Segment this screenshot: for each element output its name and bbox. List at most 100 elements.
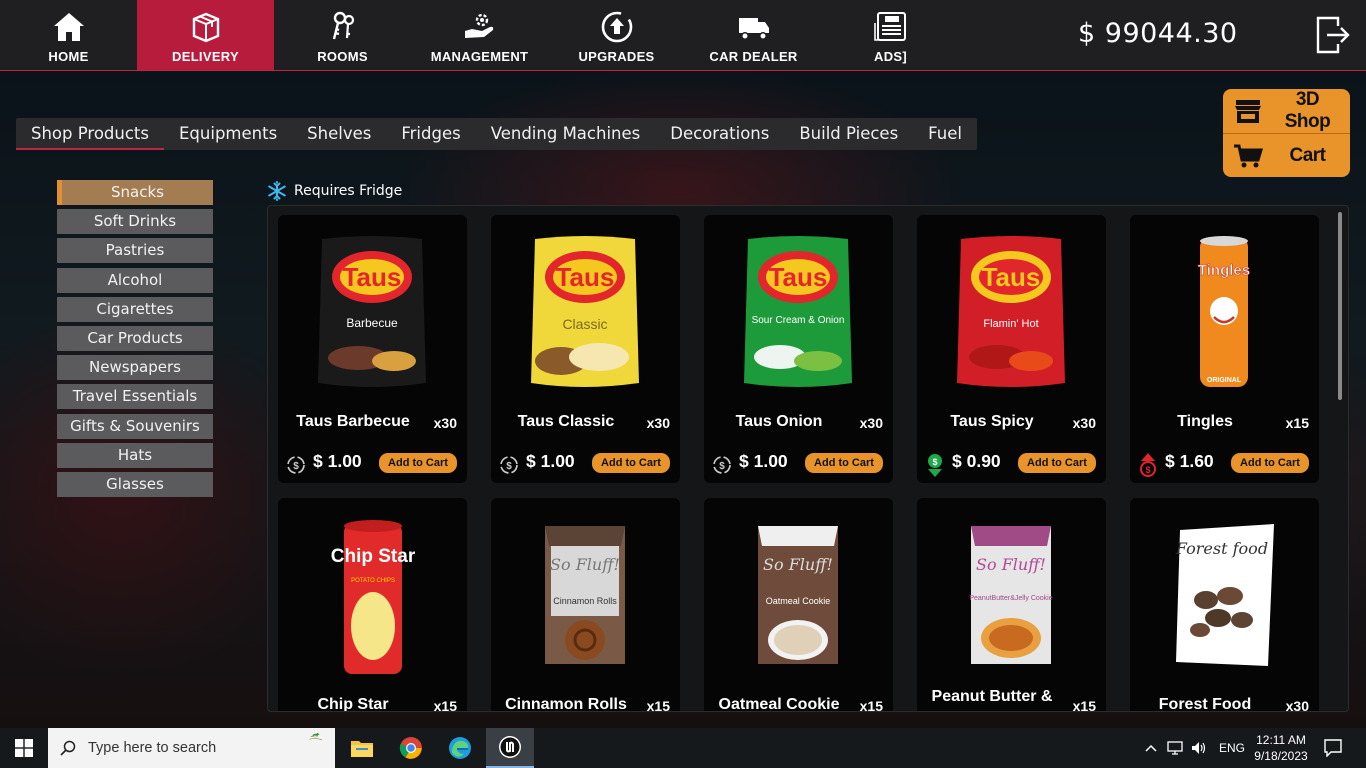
add-to-cart-button[interactable]: Add to Cart <box>805 453 883 473</box>
add-to-cart-button[interactable]: Add to Cart <box>1018 453 1096 473</box>
taskbar-search-placeholder: Type here to search <box>88 740 217 756</box>
edge-icon <box>449 737 471 759</box>
nav-rooms[interactable]: ROOMS <box>274 0 411 70</box>
subcategory-cigarettes[interactable]: Cigarettes <box>57 296 213 322</box>
system-tray: ENG <box>1145 728 1245 768</box>
price-up-icon: $ <box>1140 453 1156 477</box>
unreal-engine-icon <box>499 736 521 758</box>
subcategory-pastries[interactable]: Pastries <box>57 238 213 264</box>
taskbar-search-box[interactable]: Type here to search <box>48 728 335 768</box>
svg-text:$: $ <box>293 461 299 472</box>
tab-shop-products[interactable]: Shop Products <box>16 118 164 150</box>
product-card: Taus Classic Taus Classic x30 $ $ 1.00 A… <box>491 215 680 483</box>
subcategory-snacks[interactable]: Snacks <box>57 180 213 205</box>
language-indicator[interactable]: ENG <box>1219 741 1245 755</box>
search-icon <box>60 740 76 756</box>
upgrade-arrow-icon <box>601 11 632 43</box>
nav-delivery[interactable]: DELIVERY <box>137 0 274 70</box>
product-price: $ 0.90 <box>952 451 1001 471</box>
add-to-cart-button[interactable]: Add to Cart <box>592 453 670 473</box>
pack-flavor-text: Flamin' Hot <box>983 318 1038 330</box>
tab-fridges[interactable]: Fridges <box>386 118 475 150</box>
subcategory-car-products[interactable]: Car Products <box>57 325 213 351</box>
exit-icon[interactable] <box>1314 14 1352 56</box>
tab-vending-machines[interactable]: Vending Machines <box>476 118 656 150</box>
pack-flavor-text: POTATO CHIPS <box>351 578 395 584</box>
pack-brand-text: So Fluff! <box>976 555 1046 574</box>
taskbar-clock[interactable]: 12:11 AM 9/18/2023 <box>1254 732 1308 764</box>
svg-text:$: $ <box>506 461 512 472</box>
tab-equipments[interactable]: Equipments <box>164 118 292 150</box>
subcategory-soft-drinks[interactable]: Soft Drinks <box>57 209 213 235</box>
taskbar-chrome[interactable] <box>387 728 435 768</box>
product-name: Peanut Butter & <box>931 688 1053 705</box>
storefront-icon <box>1235 100 1261 123</box>
nav-car-dealer[interactable]: CAR DEALER <box>685 0 822 70</box>
subcategory-alcohol[interactable]: Alcohol <box>57 267 213 293</box>
nav-ads-label: ADS] <box>874 49 907 64</box>
taskbar-unreal-engine[interactable] <box>486 728 534 768</box>
product-card: Taus Sour Cream & Onion Taus Onion x30 $… <box>704 215 893 483</box>
tab-decorations[interactable]: Decorations <box>655 118 784 150</box>
price-stable-icon: $ <box>500 456 518 474</box>
pack-flavor-text: Classic <box>562 316 607 332</box>
tab-build-pieces[interactable]: Build Pieces <box>784 118 913 150</box>
cart-button[interactable]: Cart <box>1223 133 1350 177</box>
product-quantity: x15 <box>646 698 670 712</box>
3d-shop-button[interactable]: 3D Shop <box>1223 89 1350 133</box>
price-down-icon: $ <box>928 454 942 477</box>
product-card: Taus Flamin' Hot Taus Spicy x30 $ $ 0.90… <box>917 215 1106 483</box>
snowflake-icon <box>268 181 286 201</box>
subcategory-newspapers[interactable]: Newspapers <box>57 355 213 381</box>
product-price: $ 1.00 <box>313 451 362 471</box>
money-balance: $ 99044.30 <box>1078 18 1238 49</box>
subcategory-gifts-souvenirs[interactable]: Gifts & Souvenirs <box>57 413 213 439</box>
nav-management-label: MANAGEMENT <box>430 49 529 64</box>
subcategory-travel-essentials[interactable]: Travel Essentials <box>57 384 213 410</box>
nav-ads[interactable]: ADS] <box>822 0 959 70</box>
keys-icon <box>332 11 354 40</box>
cart-label: Cart <box>1289 144 1326 166</box>
add-to-cart-button[interactable]: Add to Cart <box>379 453 457 473</box>
chevron-up-icon[interactable] <box>1145 744 1157 752</box>
category-tabs: Shop Products Equipments Shelves Fridges… <box>16 118 977 150</box>
notification-icon[interactable] <box>1324 739 1342 757</box>
svg-text:$: $ <box>932 457 937 467</box>
taskbar-edge[interactable] <box>436 728 484 768</box>
hand-gear-icon <box>464 13 493 38</box>
svg-text:$: $ <box>1145 465 1150 475</box>
product-quantity: x15 <box>433 698 457 712</box>
nav-management[interactable]: MANAGEMENT <box>411 0 548 70</box>
subcategory-glasses[interactable]: Glasses <box>57 471 213 497</box>
product-name: Taus Classic <box>517 413 615 430</box>
add-to-cart-button[interactable]: Add to Cart <box>1231 453 1309 473</box>
tab-fuel[interactable]: Fuel <box>913 118 977 150</box>
tingles-image: Tingles ORIGINAL <box>1198 236 1250 387</box>
subcategory-hats[interactable]: Hats <box>57 442 213 468</box>
price-stable-icon: $ <box>287 456 305 474</box>
pack-flavor-text: Barbecue <box>346 316 398 330</box>
pack-flavor-text: Oatmeal Cookie <box>766 596 831 606</box>
product-name: Chip Star <box>317 696 389 712</box>
nav-upgrades[interactable]: UPGRADES <box>548 0 685 70</box>
windows-taskbar: Type here to search ENG 12:11 AM 9/18/20… <box>0 728 1366 768</box>
product-quantity: x30 <box>433 415 457 431</box>
tab-shelves[interactable]: Shelves <box>292 118 386 150</box>
truck-icon <box>738 18 769 40</box>
nav-home[interactable]: HOME <box>0 0 137 70</box>
nav-delivery-label: DELIVERY <box>172 49 239 64</box>
taskbar-file-explorer[interactable] <box>338 728 386 768</box>
volume-icon[interactable] <box>1191 741 1207 755</box>
product-quantity: x30 <box>859 415 883 431</box>
forest-food-image: Forest food <box>1175 524 1274 666</box>
network-icon[interactable] <box>1167 741 1183 755</box>
svg-text:$: $ <box>719 461 725 472</box>
taus-spicy-image: Taus Flamin' Hot <box>957 236 1065 387</box>
product-quantity: x30 <box>1285 698 1309 712</box>
nav-upgrades-label: UPGRADES <box>578 49 655 64</box>
start-button[interactable] <box>0 728 48 768</box>
product-grid-scrollbar[interactable] <box>1338 212 1342 400</box>
product-grid: Taus Barbecue Taus Barbecue x30 $ $ 1.00… <box>267 205 1349 712</box>
product-quantity: x15 <box>1285 415 1309 431</box>
product-quantity: x30 <box>1072 415 1096 431</box>
